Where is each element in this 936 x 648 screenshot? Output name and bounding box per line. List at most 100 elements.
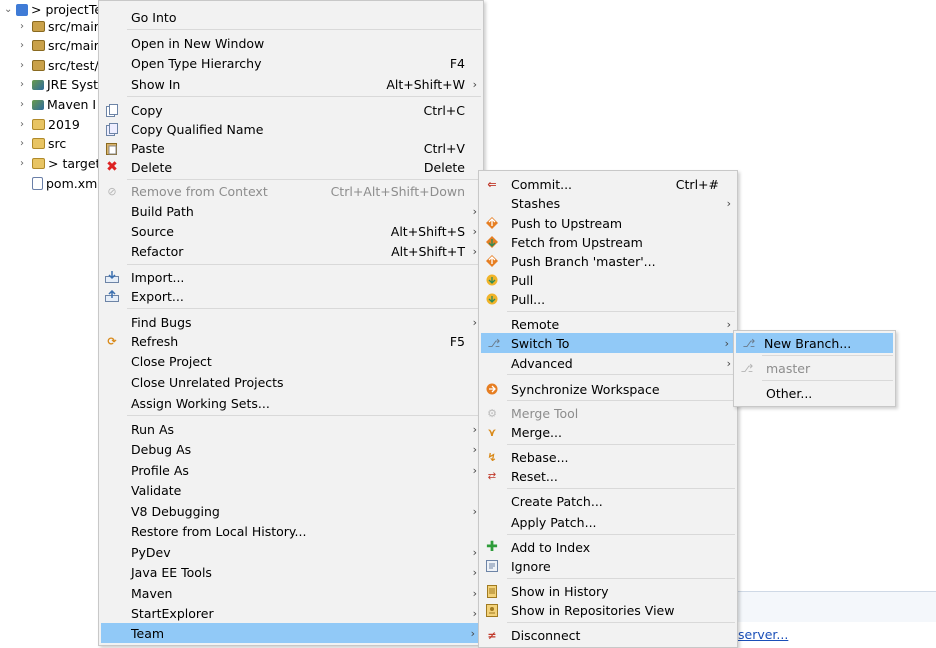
menu-item-pull[interactable]: Pull [479,270,737,290]
submenu-arrow-icon: › [472,442,477,456]
tree-item-label: > target [48,156,101,171]
collapse-arrow-icon[interactable]: › [20,79,30,90]
menu-item-shortcut: Delete [423,159,465,175]
repositories-icon [485,603,499,617]
menu-item-merge[interactable]: ⋎ Merge... [479,422,737,442]
menu-item-remove-from-context[interactable]: ⊘ Remove from Context Ctrl+Alt+Shift+Dow… [99,181,483,201]
menu-item-label: Refresh [131,333,179,349]
menu-item-label: New Branch... [764,335,852,351]
tree-item-src-test[interactable]: › src/test/ [20,56,99,75]
server-link[interactable]: server... [738,627,788,642]
tree-item-maven-dependencies[interactable]: › Maven I [20,95,96,114]
menu-item-debug-as[interactable]: Debug As › [99,439,483,459]
menu-item-other[interactable]: Other... [734,383,895,403]
menu-item-show-in[interactable]: Show In Alt+Shift+W › [99,74,483,94]
menu-item-create-patch[interactable]: Create Patch... [479,491,737,511]
menu-item-merge-tool[interactable]: ⚙ Merge Tool [479,403,737,423]
menu-item-add-to-index[interactable]: ✚ Add to Index [479,537,737,557]
menu-item-push-branch-master[interactable]: Push Branch 'master'... [479,251,737,271]
menu-item-maven[interactable]: Maven › [99,583,483,603]
import-icon [105,270,119,284]
tree-item-target[interactable]: › > target [20,154,100,173]
menu-item-rebase[interactable]: ↯ Rebase... [479,447,737,467]
menu-item-java-ee-tools[interactable]: Java EE Tools › [99,562,483,582]
menu-item-label: Close Project [131,353,212,369]
menu-item-close-unrelated-projects[interactable]: Close Unrelated Projects [99,372,483,392]
menu-item-label: Show in History [511,583,609,599]
submenu-arrow-icon: › [726,196,731,210]
menu-item-build-path[interactable]: Build Path › [99,201,483,221]
menu-item-startexplorer[interactable]: StartExplorer › [99,603,483,623]
menu-item-stashes[interactable]: Stashes › [479,193,737,213]
collapse-arrow-icon[interactable]: › [20,40,30,51]
menu-item-open-in-new-window[interactable]: Open in New Window [99,33,483,53]
menu-item-restore-from-local-history[interactable]: Restore from Local History... [99,521,483,541]
menu-item-import[interactable]: Import... [99,267,483,287]
menu-item-new-branch[interactable]: ⎇ New Branch... [736,333,893,353]
menu-item-copy[interactable]: Copy Ctrl+C [99,100,483,120]
expand-arrow-icon[interactable]: ⌄ [4,4,14,15]
tree-item-2019[interactable]: › 2019 [20,115,80,134]
collapse-arrow-icon[interactable]: › [20,119,30,130]
menu-item-pydev[interactable]: PyDev › [99,542,483,562]
menu-item-refactor[interactable]: Refactor Alt+Shift+T › [99,241,483,261]
menu-item-go-into[interactable]: Go Into [99,7,483,27]
menu-item-push-to-upstream[interactable]: Push to Upstream [479,213,737,233]
menu-item-team[interactable]: Team › [101,623,481,643]
menu-item-label: Show in Repositories View [511,602,675,618]
ignore-icon [485,559,499,573]
menu-item-assign-working-sets[interactable]: Assign Working Sets... [99,393,483,413]
tree-item-jre-system-library[interactable]: › JRE Syst [20,75,98,94]
tree-item-src[interactable]: › src [20,134,66,153]
tree-item-src-main-java[interactable]: › src/mair [20,17,99,36]
menu-item-v8-debugging[interactable]: V8 Debugging › [99,501,483,521]
menu-item-delete[interactable]: ✖ Delete Delete [99,157,483,177]
menu-item-refresh[interactable]: ⟳ Refresh F5 [99,331,483,351]
collapse-arrow-icon[interactable]: › [20,158,30,169]
menu-item-validate[interactable]: Validate [99,480,483,500]
menu-item-profile-as[interactable]: Profile As › [99,460,483,480]
menu-item-close-project[interactable]: Close Project [99,351,483,371]
tree-item-src-main-resources[interactable]: › src/mair [20,36,99,55]
menu-item-label: Profile As [131,462,189,478]
tree-item-pom-xml[interactable]: pom.xm [30,174,97,193]
switch-to-submenu: ⎇ New Branch... ⎇ master Other... [733,330,896,407]
collapse-arrow-icon[interactable]: › [20,138,30,149]
collapse-arrow-icon[interactable]: › [20,99,30,110]
menu-item-label: Disconnect [511,627,581,643]
menu-separator [762,380,893,381]
menu-item-source[interactable]: Source Alt+Shift+S › [99,221,483,241]
menu-separator [127,264,481,265]
menu-item-synchronize-workspace[interactable]: Synchronize Workspace [479,379,737,399]
menu-item-reset[interactable]: ⇄ Reset... [479,466,737,486]
menu-item-run-as[interactable]: Run As › [99,419,483,439]
menu-item-label: Paste [131,140,165,156]
menu-item-label: Rebase... [511,449,569,465]
menu-item-apply-patch[interactable]: Apply Patch... [479,512,737,532]
menu-item-master[interactable]: ⎇ master [734,358,895,378]
collapse-arrow-icon[interactable]: › [20,60,30,71]
menu-item-switch-to[interactable]: ⎇ Switch To › [481,333,735,353]
menu-item-show-in-history[interactable]: Show in History [479,581,737,601]
menu-item-ignore[interactable]: Ignore [479,556,737,576]
menu-item-label: Pull [511,272,534,288]
menu-item-copy-qualified-name[interactable]: Copy Qualified Name [99,119,483,139]
library-icon [32,79,44,90]
menu-separator [127,308,481,309]
menu-item-export[interactable]: Export... [99,286,483,306]
menu-item-show-in-repositories-view[interactable]: Show in Repositories View [479,600,737,620]
switch-branch-icon: ⎇ [487,336,501,350]
tree-item-label: src/mair [48,38,99,53]
menu-item-commit[interactable]: ⇐ Commit... Ctrl+# [479,174,737,194]
menu-item-find-bugs[interactable]: Find Bugs › [99,312,483,332]
menu-item-remote[interactable]: Remote › [479,314,737,334]
menu-item-open-type-hierarchy[interactable]: Open Type Hierarchy F4 [99,53,483,73]
menu-item-paste[interactable]: Paste Ctrl+V [99,138,483,158]
menu-item-fetch-from-upstream[interactable]: Fetch from Upstream [479,232,737,252]
menu-item-disconnect[interactable]: ≠ Disconnect [479,625,737,645]
menu-item-pull-dialog[interactable]: Pull... [479,289,737,309]
menu-item-shortcut: Alt+Shift+T [391,243,465,259]
collapse-arrow-icon[interactable]: › [20,21,30,32]
menu-item-advanced[interactable]: Advanced › [479,353,737,373]
menu-item-label: Push Branch 'master'... [511,253,656,269]
